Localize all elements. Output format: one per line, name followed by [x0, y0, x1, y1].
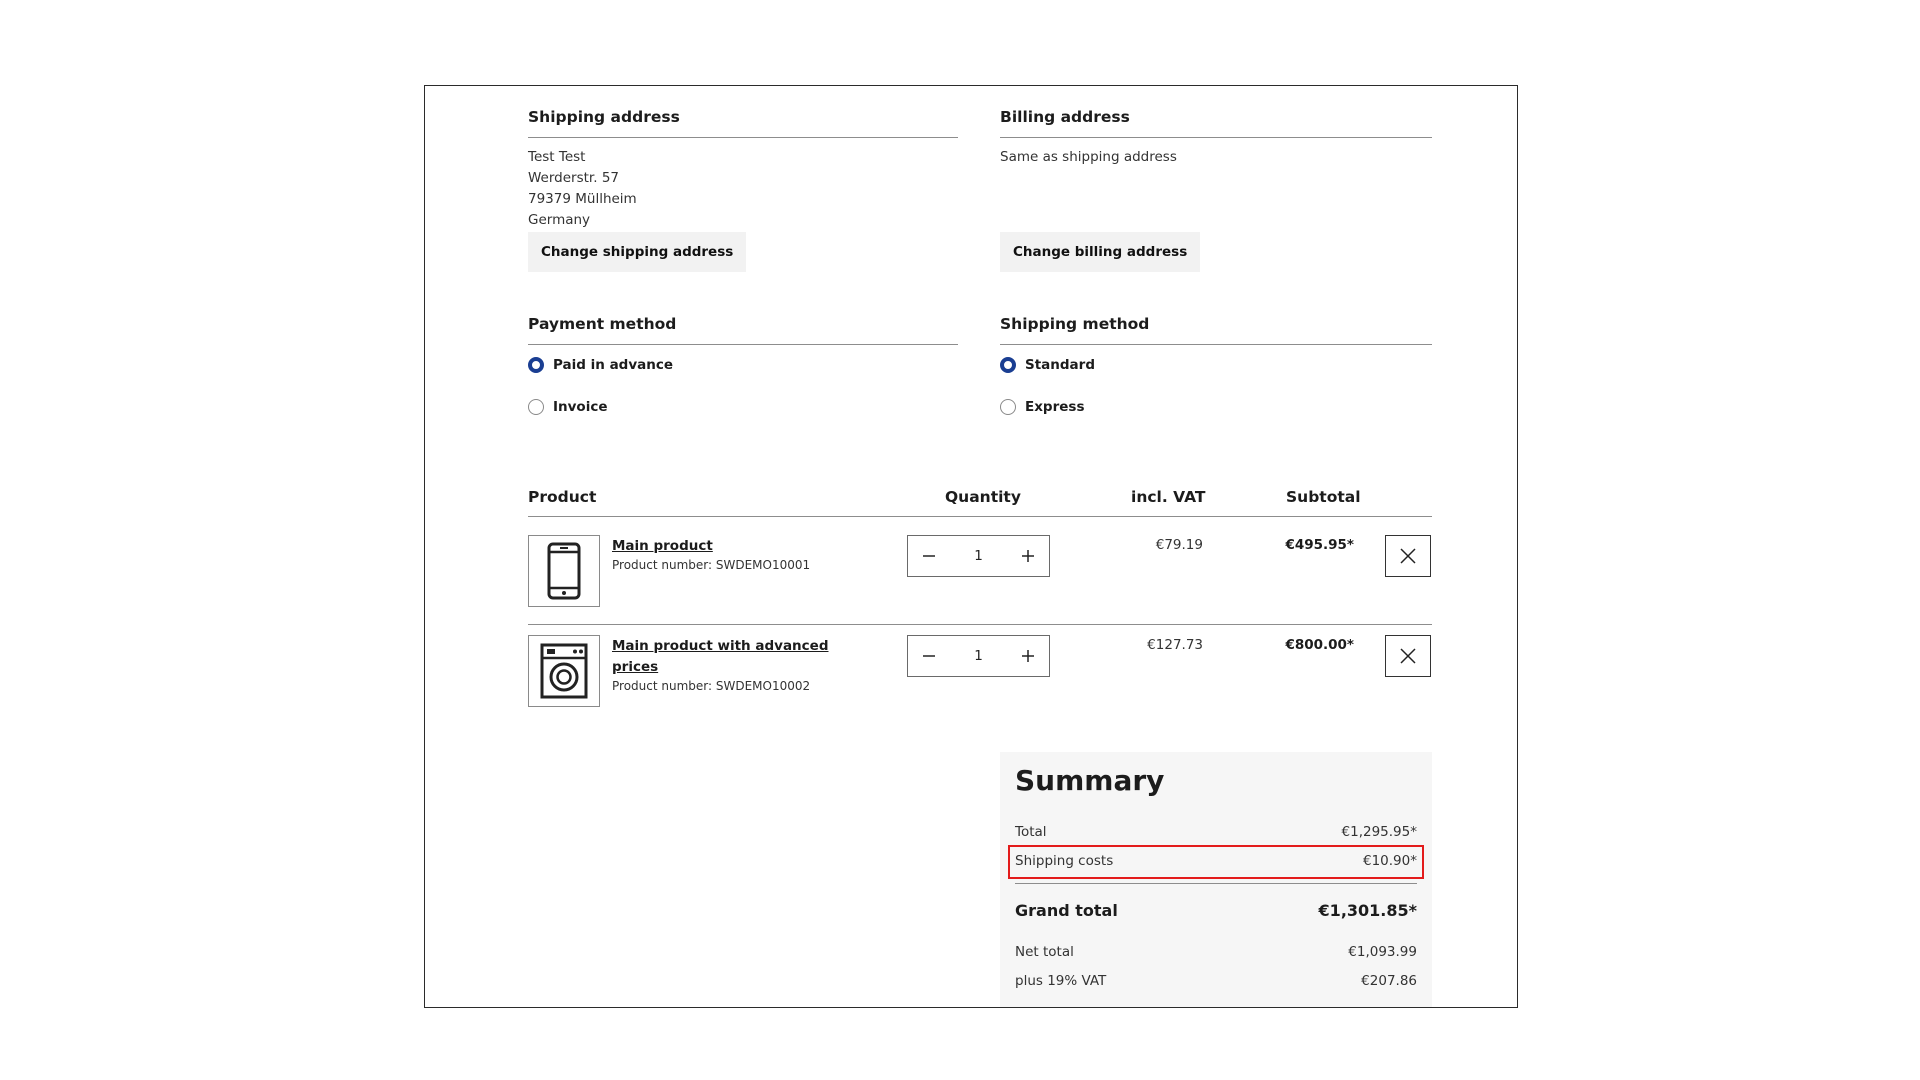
- column-header-product: Product: [528, 488, 597, 506]
- item-subtotal: €495.95*: [1285, 537, 1354, 553]
- summary-label: Shipping costs: [1015, 853, 1114, 869]
- payment-option-label: Paid in advance: [553, 357, 674, 373]
- payment-option-invoice[interactable]: Invoice: [528, 399, 608, 415]
- divider: [1015, 883, 1417, 884]
- shipping-address-title: Shipping address: [528, 108, 680, 126]
- product-name-link[interactable]: Main product with advanced prices: [612, 636, 829, 678]
- shipping-method-title: Shipping method: [1000, 315, 1150, 333]
- close-icon: [1400, 648, 1416, 664]
- remove-item-button[interactable]: [1385, 635, 1431, 677]
- address-line: Germany: [528, 212, 591, 228]
- summary-label: Grand total: [1015, 901, 1118, 920]
- column-header-quantity: Quantity: [945, 488, 1021, 506]
- shipping-option-label: Express: [1025, 399, 1085, 415]
- address-line: Werderstr. 57: [528, 170, 619, 186]
- item-subtotal: €800.00*: [1285, 637, 1354, 653]
- divider: [1000, 344, 1432, 345]
- column-header-incl-vat: incl. VAT: [1131, 488, 1206, 506]
- address-line: 79379 Müllheim: [528, 191, 637, 207]
- summary-value: €1,301.85*: [1318, 901, 1417, 920]
- shipping-address-block: Test Test Werderstr. 57 79379 Müllheim G…: [528, 147, 637, 231]
- product-image[interactable]: [528, 535, 600, 607]
- divider: [1000, 137, 1432, 138]
- divider: [528, 516, 1432, 517]
- summary-label: Net total: [1015, 944, 1074, 960]
- product-name-line[interactable]: prices: [612, 659, 658, 675]
- summary-net-total-row: Net total €1,093.99: [1015, 944, 1417, 960]
- quantity-stepper[interactable]: 1: [907, 635, 1050, 677]
- billing-address-title: Billing address: [1000, 108, 1130, 126]
- radio-unselected-icon[interactable]: [528, 399, 544, 415]
- summary-value: €1,093.99: [1348, 944, 1417, 960]
- increase-quantity-button[interactable]: [1007, 536, 1049, 576]
- payment-method-title: Payment method: [528, 315, 677, 333]
- minus-icon: [923, 655, 935, 657]
- close-icon: [1400, 548, 1416, 564]
- product-number: Product number: SWDEMO10001: [612, 558, 811, 572]
- summary-title: Summary: [1015, 764, 1165, 797]
- address-line: Test Test: [528, 149, 586, 165]
- minus-icon: [923, 555, 935, 557]
- divider: [528, 344, 958, 345]
- payment-option-paid-in-advance[interactable]: Paid in advance: [528, 357, 673, 373]
- shipping-option-standard[interactable]: Standard: [1000, 357, 1095, 373]
- change-billing-address-button[interactable]: Change billing address: [1000, 232, 1201, 272]
- shipping-option-express[interactable]: Express: [1000, 399, 1084, 415]
- billing-address-text: Same as shipping address: [1000, 149, 1177, 165]
- divider: [528, 137, 958, 138]
- washing-machine-icon: [540, 643, 588, 699]
- change-shipping-address-button[interactable]: Change shipping address: [528, 232, 747, 272]
- unit-price: €79.19: [1155, 537, 1203, 553]
- summary-label: plus 19% VAT: [1015, 973, 1107, 989]
- product-image[interactable]: [528, 635, 600, 707]
- divider: [528, 624, 1432, 625]
- product-number: Product number: SWDEMO10002: [612, 679, 811, 693]
- quantity-value[interactable]: 1: [974, 548, 983, 564]
- radio-selected-icon[interactable]: [528, 357, 544, 373]
- decrease-quantity-button[interactable]: [908, 636, 950, 676]
- radio-unselected-icon[interactable]: [1000, 399, 1016, 415]
- decrease-quantity-button[interactable]: [908, 536, 950, 576]
- order-summary-panel: Summary Total €1,295.95* Shipping costs …: [1000, 752, 1432, 1007]
- summary-grand-total-row: Grand total €1,301.85*: [1015, 901, 1417, 920]
- quantity-stepper[interactable]: 1: [907, 535, 1050, 577]
- summary-label: Total: [1015, 824, 1047, 840]
- unit-price: €127.73: [1147, 637, 1203, 653]
- quantity-value[interactable]: 1: [974, 648, 983, 664]
- product-name-link[interactable]: Main product: [612, 536, 713, 557]
- plus-icon: [1022, 550, 1034, 562]
- shipping-option-label: Standard: [1025, 357, 1095, 373]
- summary-value: €1,295.95*: [1341, 824, 1417, 840]
- remove-item-button[interactable]: [1385, 535, 1431, 577]
- payment-option-label: Invoice: [553, 399, 608, 415]
- summary-value: €10.90*: [1363, 853, 1417, 869]
- column-header-subtotal: Subtotal: [1286, 488, 1361, 506]
- plus-icon: [1022, 650, 1034, 662]
- smartphone-icon: [547, 542, 581, 600]
- summary-total-row: Total €1,295.95*: [1015, 824, 1417, 840]
- radio-selected-icon[interactable]: [1000, 357, 1016, 373]
- summary-value: €207.86: [1361, 973, 1417, 989]
- summary-vat-row: plus 19% VAT €207.86: [1015, 973, 1417, 989]
- summary-shipping-row: Shipping costs €10.90*: [1015, 853, 1417, 869]
- increase-quantity-button[interactable]: [1007, 636, 1049, 676]
- product-name-line[interactable]: Main product with advanced: [612, 638, 829, 654]
